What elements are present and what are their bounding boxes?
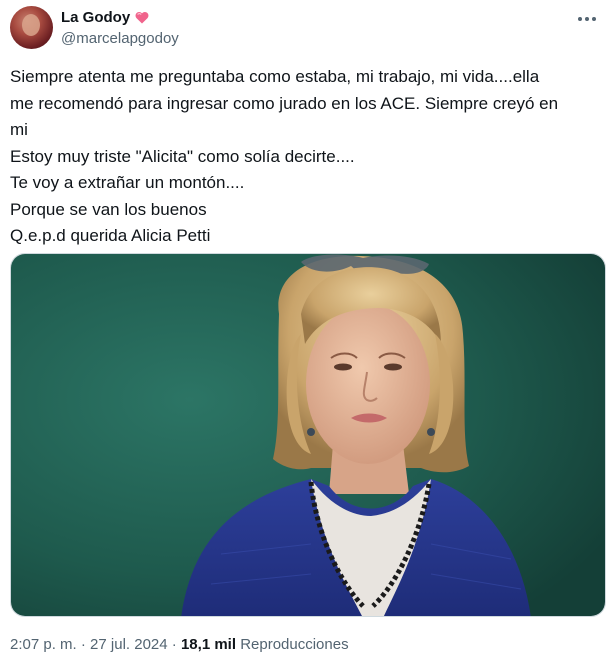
tweet-text-line: mi	[10, 120, 28, 139]
tweet-text-line: Q.e.p.d querida Alicia Petti	[10, 226, 211, 245]
tweet-text-line: Porque se van los buenos	[10, 199, 207, 219]
tweet-text-line: Te voy a extrañar un montón....	[10, 173, 245, 192]
tweet-text: Siempre atenta me preguntaba como estaba…	[10, 64, 600, 250]
meta-separator: ·	[171, 636, 177, 653]
tweet-time[interactable]: 2:07 p. m.	[10, 636, 77, 653]
handle[interactable]: @marcelapgodoy	[61, 30, 179, 47]
tweet-header: La Godoy @marcelapgodoy	[10, 4, 600, 52]
tweet-photo[interactable]	[10, 253, 606, 617]
views-count: 18,1 mil	[180, 636, 237, 653]
tweet: La Godoy @marcelapgodoy Siempre atenta m…	[0, 0, 610, 658]
tweet-text-line: Estoy muy triste "Alicita" como solía de…	[10, 146, 355, 166]
tweet-meta: 2:07 p. m. · 27 jul. 2024 · 18,1 mil Rep…	[10, 636, 349, 653]
meta-separator: ·	[80, 636, 86, 653]
display-name[interactable]: La Godoy	[61, 9, 130, 26]
tweet-date[interactable]: 27 jul. 2024	[90, 636, 168, 653]
tweet-text-line: me recomendó para ingresar como jurado e…	[10, 93, 559, 113]
tweet-text-line: Siempre atenta me preguntaba como estaba…	[10, 67, 540, 86]
display-name-row: La Godoy	[61, 8, 179, 26]
views-label: Reproducciones	[240, 636, 349, 653]
more-dots-icon[interactable]	[574, 6, 600, 32]
author-names: La Godoy @marcelapgodoy	[61, 8, 179, 48]
heart-icon	[135, 11, 149, 24]
avatar[interactable]	[10, 6, 53, 49]
